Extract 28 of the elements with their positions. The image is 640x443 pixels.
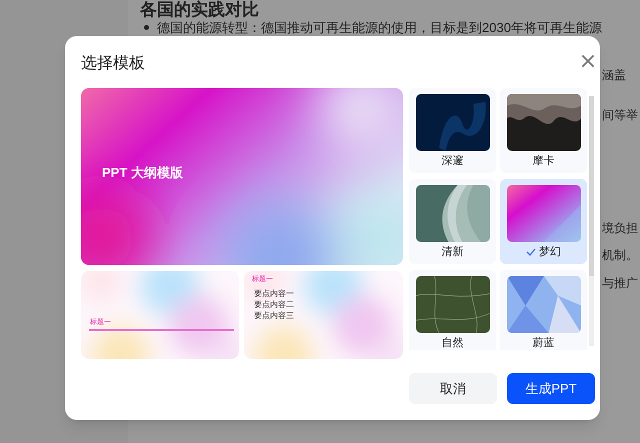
cancel-button[interactable]: 取消 bbox=[409, 373, 497, 404]
text-fragment: 境负担 bbox=[602, 220, 638, 237]
template-name: 摩卡 bbox=[532, 154, 554, 169]
dialog-title: 选择模板 bbox=[81, 54, 145, 74]
text-fragment: 间等举 bbox=[602, 107, 638, 124]
template-name: 清新 bbox=[442, 244, 464, 260]
page-heading: 各国的实践对比 bbox=[140, 0, 259, 19]
template-name: 蔚蓝 bbox=[532, 336, 554, 350]
text-fragment: 与推广 bbox=[602, 275, 638, 292]
template-name: 梦幻 bbox=[539, 245, 561, 260]
slide-bullet: 要点内容三 bbox=[254, 311, 294, 321]
template-card[interactable]: 自然 bbox=[409, 270, 496, 350]
close-button[interactable]: × bbox=[578, 50, 598, 74]
generate-button[interactable]: 生成PPT bbox=[507, 373, 595, 404]
template-card[interactable]: 蔚蓝 bbox=[500, 270, 587, 350]
template-card[interactable]: 深邃 bbox=[409, 88, 496, 173]
check-icon bbox=[526, 248, 536, 256]
slide-bullet: 要点内容一 bbox=[254, 289, 294, 299]
template-card[interactable]: 梦幻 bbox=[500, 179, 587, 264]
text-fragment: 涵盖 bbox=[602, 67, 626, 84]
bullet-text: 德国的能源转型：德国推动可再生能源的使用，目标是到2030年将可再生能源 bbox=[157, 20, 602, 35]
slide-bullet: 要点内容二 bbox=[254, 300, 294, 310]
template-name: 自然 bbox=[442, 336, 464, 350]
slide-title: PPT 大纲模版 bbox=[102, 164, 183, 182]
template-card[interactable]: 摩卡 bbox=[500, 88, 587, 173]
template-card[interactable]: 清新 bbox=[409, 179, 496, 264]
text-fragment: 机制。 bbox=[602, 247, 638, 264]
template-name: 深邃 bbox=[442, 154, 464, 169]
